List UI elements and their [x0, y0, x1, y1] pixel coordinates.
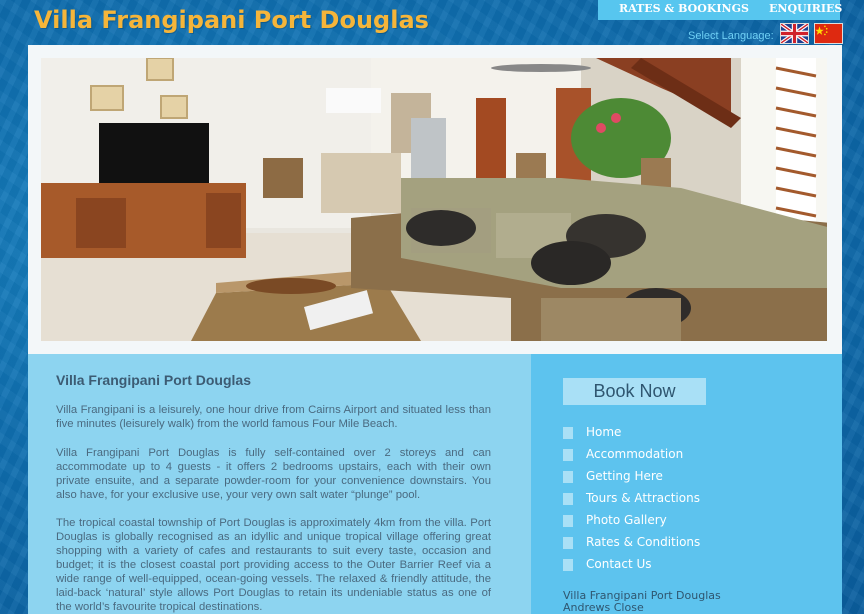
living-room-photo [41, 58, 827, 341]
site-title[interactable]: Villa Frangipani Port Douglas [34, 6, 429, 34]
menu-item-label: Rates & Conditions [586, 535, 701, 549]
menu-item-label: Tours & Attractions [586, 491, 700, 505]
select-language-label: Select Language: [688, 30, 774, 42]
intro-paragraph: Villa Frangipani is a leisurely, one hou… [56, 404, 491, 430]
uk-flag-icon[interactable] [780, 23, 809, 44]
menu-item-label: Contact Us [586, 557, 652, 571]
bullet-square-icon [563, 537, 573, 549]
bullet-square-icon [563, 427, 573, 439]
china-flag-icon[interactable] [814, 23, 843, 44]
township-paragraph: The tropical coastal township of Port Do… [56, 517, 491, 613]
menu-item-label: Photo Gallery [586, 513, 667, 527]
bullet-square-icon [563, 515, 573, 527]
nav-rates-bookings[interactable]: RATES & BOOKINGS [619, 0, 749, 18]
menu-item-label: Home [586, 425, 622, 439]
top-nav: RATES & BOOKINGS ENQUIRIES [598, 0, 842, 20]
book-now-button[interactable]: Book Now [563, 378, 706, 405]
bullet-square-icon [563, 559, 573, 571]
accommodation-paragraph: Villa Frangipani Port Douglas is fully s… [56, 447, 491, 501]
page-title: Villa Frangipani Port Douglas [56, 372, 251, 388]
bullet-square-icon [563, 471, 573, 483]
address-line-2: Andrews Close [563, 601, 644, 614]
address-block: Villa Frangipani Port Douglas Andrews Cl… [563, 590, 721, 614]
bullet-square-icon [563, 449, 573, 461]
bullet-square-icon [563, 493, 573, 505]
menu-item-label: Accommodation [586, 447, 684, 461]
nav-enquiries[interactable]: ENQUIRIES [769, 0, 842, 18]
menu-item-label: Getting Here [586, 469, 663, 483]
